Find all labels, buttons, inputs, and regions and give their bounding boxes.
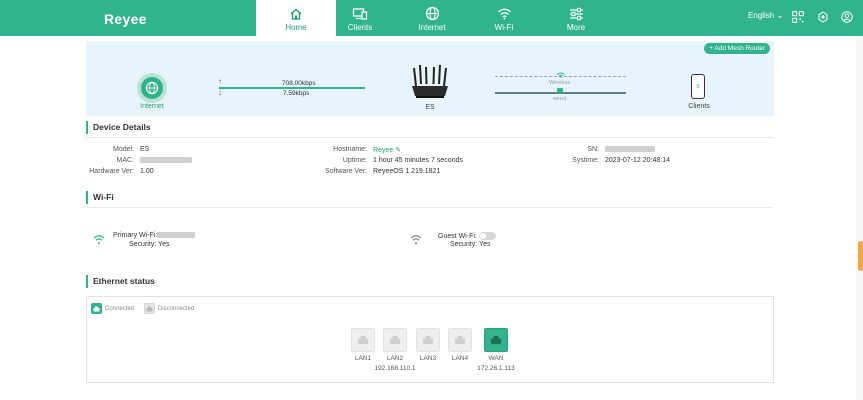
wifi-icon [92, 234, 106, 247]
primary-wifi[interactable]: Primary Wi-Fi: [113, 232, 196, 239]
clients-count: 0 [696, 83, 700, 90]
hardware-ver-value: 1.00 [140, 168, 154, 175]
ethernet-port-icon [390, 335, 400, 345]
port-name: WAN [488, 355, 504, 362]
scrollbar-track[interactable] [856, 36, 863, 400]
network-icon[interactable] [817, 11, 829, 25]
tab-label: Internet [418, 23, 446, 32]
guest-wifi-toggle[interactable] [478, 232, 496, 240]
port-lan3[interactable] [416, 328, 440, 352]
ethernet-port-icon [557, 88, 563, 93]
port-ip: 192.168.110.1 [374, 365, 416, 372]
wifi-section-title: Wi-Fi [86, 191, 114, 204]
uptime-value: 1 hour 45 minutes 7 seconds [373, 157, 463, 164]
sn-key: SN: [587, 146, 599, 153]
port-lan1[interactable] [351, 328, 375, 352]
reyee-logo[interactable]: Reyee [104, 11, 147, 27]
clients-phone-icon[interactable]: 0 [691, 74, 705, 99]
network-topology-panel: + Add Mesh Router Internet ↑ ↓ 708.00kbp… [86, 41, 774, 116]
model-value: ES [140, 146, 150, 153]
port-lan2[interactable] [383, 328, 407, 352]
globe-icon [425, 6, 440, 21]
guest-wifi-security: Security: Yes [450, 241, 491, 248]
device-details-title: Device Details [86, 121, 151, 134]
port-ip: 172.26.1.113 [477, 365, 515, 372]
ethernet-port-icon [144, 303, 155, 314]
systime-value: 2023-07-12 20:48:14 [605, 157, 670, 164]
divider [86, 137, 774, 138]
globe-icon [141, 77, 163, 99]
hostname-text: Reyee [373, 147, 394, 154]
hardware-ver-key: Hardware Ver: [89, 168, 134, 175]
ethernet-port-icon [423, 335, 433, 345]
port-wan[interactable] [484, 328, 508, 352]
language-selector[interactable]: English ⌄ [748, 11, 783, 20]
port-name: LAN4 [451, 355, 469, 362]
tab-clients[interactable]: Clients [320, 0, 400, 36]
model-key: Model: [112, 146, 134, 153]
mac-key: MAC: [116, 157, 135, 164]
wifi-icon [409, 234, 423, 247]
guest-wifi-label: Guest Wi-Fi: [438, 232, 477, 240]
download-speed: 7.59kbps [283, 90, 310, 97]
scrollbar-handle[interactable] [858, 241, 863, 271]
ethernet-port-icon [491, 335, 501, 345]
divider [86, 207, 774, 208]
sliders-icon [569, 6, 584, 21]
legend-disconnected: Disconnected [144, 303, 194, 314]
uptime-key: Uptime: [342, 157, 367, 164]
systime-key: Systime: [572, 157, 599, 164]
port-lan4[interactable] [448, 328, 472, 352]
upload-speed: 708.00kbps [282, 80, 316, 87]
sn-value-redacted [605, 146, 655, 153]
legend-connected-label: Connected [105, 305, 135, 312]
ethernet-port-icon [91, 303, 102, 314]
edit-icon[interactable]: ✎ [395, 147, 401, 154]
router-label: ES [425, 104, 435, 111]
tab-label: Home [285, 23, 307, 32]
tab-wifi[interactable]: Wi-Fi [464, 0, 544, 36]
legend-disconnected-label: Disconnected [158, 305, 195, 312]
home-icon [289, 6, 303, 21]
language-label: English [748, 11, 775, 20]
primary-ssid-redacted [157, 232, 196, 239]
router-icon[interactable] [408, 64, 452, 104]
wireless-label: Wireless [549, 80, 571, 86]
top-navigation-bar: Reyee Home Clients Internet Wi-Fi More E… [0, 0, 863, 36]
software-ver-value: ReyeeOS 1.219.1821 [373, 168, 441, 175]
internet-link-line [219, 87, 365, 89]
wifi-icon [557, 72, 565, 80]
add-mesh-router-button[interactable]: + Add Mesh Router [704, 43, 770, 54]
hostname-value[interactable]: Reyee ✎ [373, 146, 401, 154]
upload-arrow-icon: ↑ [218, 77, 222, 86]
tab-label: More [566, 23, 586, 32]
legend-connected: Connected [91, 303, 134, 314]
tab-label: Wi-Fi [494, 23, 514, 32]
guest-wifi: Guest Wi-Fi: [438, 232, 496, 240]
clients-icon [352, 6, 368, 21]
ethernet-status-title: Ethernet status [86, 275, 155, 288]
tab-internet[interactable]: Internet [392, 0, 472, 36]
primary-wifi-label: Primary Wi-Fi: [113, 232, 158, 239]
download-arrow-icon: ↓ [218, 88, 222, 97]
qr-code-icon[interactable] [792, 11, 804, 25]
chevron-down-icon: ⌄ [776, 11, 784, 20]
mac-value-redacted [140, 157, 192, 164]
wired-label: wired [553, 96, 567, 102]
internet-node[interactable] [137, 73, 167, 103]
user-icon[interactable] [841, 11, 853, 25]
tab-label: Clients [347, 23, 373, 32]
hostname-key: Hostname: [333, 146, 367, 153]
internet-label: Internet [140, 103, 164, 110]
ethernet-port-icon [455, 335, 465, 345]
ethernet-status-panel: Connected Disconnected LAN1 LAN2 192.168… [86, 296, 774, 383]
wifi-icon [497, 6, 512, 21]
software-ver-key: Software Ver: [324, 168, 367, 175]
clients-label: Clients [688, 103, 710, 110]
primary-wifi-security: Security: Yes [129, 241, 170, 248]
tab-more[interactable]: More [536, 0, 616, 36]
ethernet-port-icon [358, 335, 368, 345]
